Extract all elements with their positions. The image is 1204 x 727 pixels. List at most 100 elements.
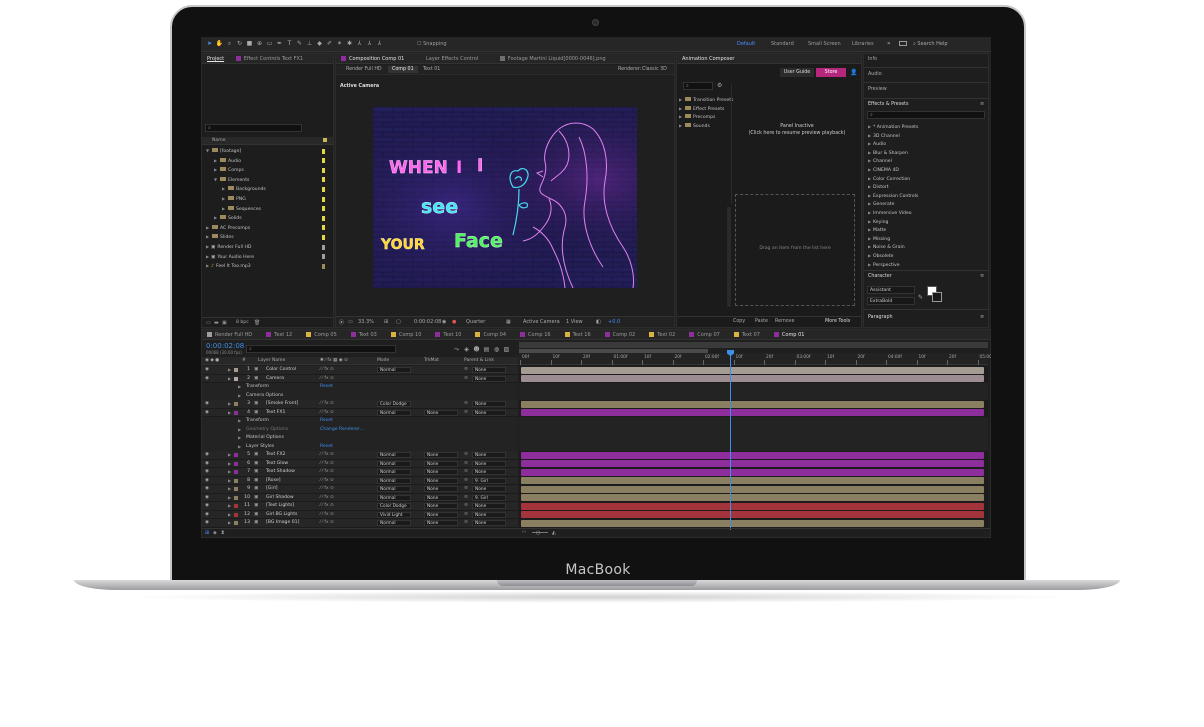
label-color-chip[interactable] (322, 196, 325, 202)
effects-category[interactable]: ▶ Color Correction (868, 175, 986, 184)
parent-dropdown[interactable]: None (472, 452, 506, 458)
timeline-layer-row[interactable]: ◉ ▶ 5 ▣ Text FX2 ⁄ ⁄ fx ⊙ Normal None ⊚ None (202, 451, 518, 460)
parent-dropdown[interactable]: None (472, 520, 506, 526)
project-item[interactable]: ▼ Elements (202, 176, 333, 184)
blend-mode-dropdown[interactable]: Normal (377, 520, 411, 526)
expand-layer-icon[interactable]: ▶ (228, 366, 231, 375)
effects-category[interactable]: ▶ Channel (868, 157, 986, 166)
layer-switches[interactable]: ⁄ ⁄ fx ⊙ (320, 375, 334, 384)
layer-duration-bar[interactable] (521, 494, 984, 502)
collapsed-icon[interactable]: ▶ (206, 224, 211, 232)
view-layout-dropdown[interactable]: 1 View (566, 319, 583, 325)
blend-mode-dropdown[interactable]: Normal (377, 469, 411, 475)
layer-label-color[interactable] (234, 402, 238, 406)
zoom-dropdown[interactable]: 33.3% (358, 319, 374, 325)
toggle-modes-icon[interactable]: ◈ (213, 530, 217, 536)
project-item[interactable]: ▶ Comps (202, 166, 333, 174)
timeline-search[interactable]: ⌕ (246, 345, 396, 353)
trkmat-dropdown[interactable]: None (424, 469, 458, 475)
layer-switches[interactable]: ⁄ ⁄ fx ⊙ (320, 511, 334, 520)
ac-scrollbar[interactable] (727, 207, 731, 307)
col-layer-name[interactable]: Layer Name (258, 358, 285, 363)
more-workspaces-icon[interactable]: » (887, 40, 891, 47)
timeline-property-row[interactable]: ▶ Geometry Options Change Renderer... (202, 425, 518, 435)
timeline-layer-row[interactable]: ◉ ▶ 12 ▣ Girl BG Lights ⁄ ⁄ fx ⊙ Vivid Light No… (202, 510, 518, 520)
parent-dropdown[interactable]: None (472, 511, 506, 518)
layer-label-color[interactable] (234, 478, 238, 483)
eraser-tool-icon[interactable]: ◆ (315, 39, 324, 48)
ac-settings-icon[interactable]: ⚙ (717, 82, 722, 89)
layer-label-color[interactable] (234, 487, 238, 491)
project-item[interactable]: ▼ [footage] (202, 147, 333, 155)
layer-duration-bar[interactable] (521, 409, 984, 417)
av-features-icon[interactable]: ◉ ◆ ● (205, 358, 219, 363)
store-button[interactable]: Store (816, 68, 846, 77)
effects-search[interactable]: ⌕ (867, 111, 985, 119)
always-preview-icon[interactable]: ⦿ (339, 319, 344, 326)
label-color-chip[interactable] (322, 234, 325, 240)
trkmat-dropdown[interactable]: None (424, 477, 458, 484)
visibility-eye-icon[interactable]: ◉ (205, 494, 209, 503)
trkmat-dropdown[interactable]: None (424, 503, 458, 509)
layer-track[interactable] (519, 468, 988, 477)
font-style-dropdown[interactable]: ExtraBold (867, 297, 915, 305)
effects-category[interactable]: ▶ Keying (868, 218, 986, 227)
layer-name[interactable]: Girl Shadow (266, 494, 294, 503)
layer-duration-bar[interactable] (521, 460, 984, 468)
collapsed-icon[interactable]: ▶ (679, 122, 684, 130)
mask-visibility-icon[interactable]: ▢ (396, 319, 401, 325)
timeline-layer-row[interactable]: ◉ ▶ 1 ▣ Color Control ⁄ ⁄ fx ⊙ Normal ⊚ None (202, 366, 518, 375)
blend-mode-dropdown[interactable]: Normal (377, 409, 411, 416)
parent-dropdown[interactable]: None (472, 503, 506, 509)
timeline-tab[interactable]: Comp 10 (386, 330, 427, 339)
bit-depth[interactable]: 8 bpc (236, 320, 249, 325)
layer-switches[interactable]: ⁄ ⁄ fx ⊙ (320, 502, 334, 511)
region-icon[interactable]: ▭ (348, 319, 353, 325)
collapsed-icon[interactable]: ▶ (679, 113, 684, 121)
property-action-link[interactable]: Reset (320, 383, 333, 392)
timeline-property-row[interactable]: ▶ Transform Reset (202, 383, 518, 392)
project-search[interactable]: ⌕ (205, 124, 302, 132)
expand-layer-icon[interactable]: ▶ (228, 502, 231, 511)
timeline-tab[interactable]: Comp 07 (684, 330, 725, 339)
resolution-dropdown[interactable]: Quarter (466, 319, 485, 325)
timeline-tab[interactable]: Comp 04 (470, 330, 511, 339)
workspace-libraries[interactable]: Libraries (852, 41, 874, 47)
effects-category[interactable]: ▶ Missing (868, 235, 986, 244)
property-action-link[interactable]: Reset (320, 443, 333, 452)
property-action-link[interactable]: Change Renderer... (320, 426, 364, 435)
expand-property-icon[interactable]: ▶ (238, 426, 241, 435)
pick-whip-icon[interactable]: ⊚ (464, 366, 468, 375)
layer-switches[interactable]: ⁄ ⁄ fx ⊙ (320, 400, 334, 409)
trkmat-dropdown[interactable]: None (424, 409, 458, 416)
panel-menu-icon[interactable]: ≡ (980, 101, 984, 107)
expand-layer-icon[interactable]: ▶ (228, 400, 231, 409)
expand-property-icon[interactable]: ▶ (238, 383, 241, 392)
effects-category[interactable]: ▶ Perspective (868, 261, 986, 270)
timeline-tab[interactable]: Comp 05 (301, 330, 342, 339)
visibility-eye-icon[interactable]: ◉ (205, 375, 209, 384)
type-tool-icon[interactable]: T (285, 39, 294, 48)
layer-duration-bar[interactable] (521, 468, 984, 476)
layer-label-color[interactable] (234, 521, 238, 525)
project-item[interactable]: ▶ ▣ Your Audio Here (202, 253, 333, 261)
property-action-link[interactable]: Reset (320, 417, 333, 426)
layer-switches[interactable]: ⁄ ⁄ fx ⊙ (320, 366, 334, 375)
effects-category[interactable]: ▶ Immersive Video (868, 209, 986, 218)
project-item[interactable]: ▶ AC Precomps (202, 224, 333, 232)
copy-button[interactable]: Copy (733, 319, 745, 324)
pick-whip-icon[interactable]: ⊚ (464, 400, 468, 409)
effects-category[interactable]: ▶ Obsolete (868, 252, 986, 261)
layer-label-color[interactable] (234, 368, 238, 372)
roto-tool-icon[interactable]: ✐ (325, 39, 334, 48)
collapsed-icon[interactable]: ▶ (206, 233, 211, 241)
col-parent[interactable]: Parent & Link (464, 358, 494, 363)
layer-duration-bar[interactable] (521, 477, 984, 485)
comp-canvas[interactable]: WHEN I I see YOUR Face (373, 107, 637, 288)
ac-tree-item[interactable]: ▶ Transition Presets (679, 96, 733, 104)
ac-search[interactable]: ⌕ (683, 82, 713, 90)
comp-flow-icon[interactable]: ⤳ (452, 345, 461, 354)
tab-footage[interactable]: Footage Martini Liquid[0000-0046].png (495, 54, 611, 63)
blend-mode-dropdown[interactable]: Vivid Light (377, 511, 411, 518)
expanded-icon[interactable]: ▼ (206, 147, 211, 155)
